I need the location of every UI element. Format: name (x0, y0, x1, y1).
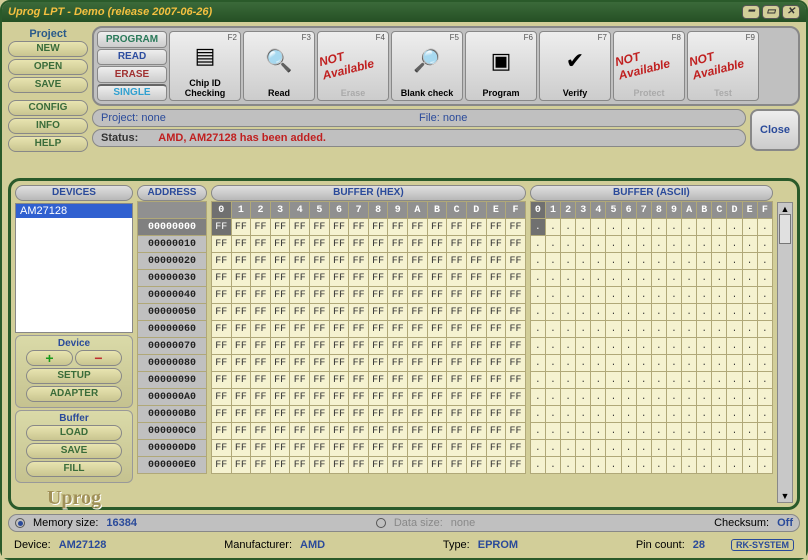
toolbar-blank-check-button[interactable]: F5🔎Blank check (391, 31, 463, 101)
adapter-button[interactable]: ADAPTER (26, 386, 122, 402)
fill-button[interactable]: FILL (26, 461, 122, 477)
scroll-down-icon[interactable]: ▼ (781, 491, 790, 501)
device-add-button[interactable]: + (26, 350, 73, 366)
address-table: 0000000000000010000000200000003000000040… (137, 201, 207, 474)
mode-read-button[interactable]: READ (97, 49, 167, 66)
data-size-radio[interactable] (376, 518, 386, 528)
devices-header: DEVICES (15, 185, 133, 201)
device-remove-button[interactable]: − (75, 350, 122, 366)
address-header: ADDRESS (137, 185, 207, 201)
toolbar-program-button[interactable]: F6▣Program (465, 31, 537, 101)
device-control-panel: Device + − SETUP ADAPTER (15, 335, 133, 408)
memory-size-radio[interactable] (15, 518, 25, 528)
device-list[interactable]: AM27128 (15, 203, 133, 333)
mode-single-button[interactable]: SINGLE (97, 84, 167, 102)
buffer-hex-header: BUFFER (HEX) (211, 185, 526, 201)
load-button[interactable]: LOAD (26, 425, 122, 441)
brand-badge: RK-SYSTEM (731, 539, 794, 551)
footer-device-line: Device: AM27128 Manufacturer: AMD Type: … (8, 536, 800, 554)
maximize-button[interactable]: ▭ (762, 5, 780, 19)
toolbar-read-button[interactable]: F3🔍Read (243, 31, 315, 101)
toolbar-chip-id-checking-button[interactable]: F2▤Chip ID Checking (169, 31, 241, 101)
buffer-control-panel: Buffer LOAD SAVE FILL (15, 410, 133, 483)
toolbar-protect-button: F8NOT AvailableProtect (613, 31, 685, 101)
window-title: Uprog LPT - Demo (release 2007-06-26) (8, 2, 212, 22)
toolbar: PROGRAM READ ERASE SINGLE F2▤Chip ID Che… (92, 26, 800, 106)
toolbar-verify-button[interactable]: F7✔Verify (539, 31, 611, 101)
save-project-button[interactable]: SAVE (8, 77, 88, 93)
scroll-thumb[interactable] (779, 214, 791, 244)
scrollbar[interactable]: ▲ ▼ (777, 202, 793, 503)
buffer-ascii-header: BUFFER (ASCII) (530, 185, 773, 201)
mode-erase-button[interactable]: ERASE (97, 66, 167, 83)
device-list-item[interactable]: AM27128 (16, 204, 132, 218)
toolbar-erase-button: F4NOT AvailableErase (317, 31, 389, 101)
save-buffer-button[interactable]: SAVE (26, 443, 122, 459)
config-button[interactable]: CONFIG (8, 100, 88, 116)
project-file-line: Project: none File: none (92, 109, 746, 127)
help-button[interactable]: HELP (8, 136, 88, 152)
title-bar: Uprog LPT - Demo (release 2007-06-26) ━ … (2, 2, 806, 22)
project-group-label: Project (8, 28, 88, 40)
new-button[interactable]: NEW (8, 41, 88, 57)
open-button[interactable]: OPEN (8, 59, 88, 75)
close-button[interactable]: Close (750, 109, 800, 151)
close-window-button[interactable]: ✕ (782, 5, 800, 19)
left-button-column: Project NEW OPEN SAVE CONFIG INFO HELP (8, 26, 88, 174)
footer-memory-line: Memory size: 16384 Data size: none Check… (8, 514, 800, 532)
scroll-up-icon[interactable]: ▲ (781, 204, 790, 214)
mode-program-button[interactable]: PROGRAM (97, 31, 167, 48)
setup-button[interactable]: SETUP (26, 368, 122, 384)
status-line: Status: AMD, AM27128 has been added. (92, 129, 746, 147)
hex-table[interactable]: 0123456789ABCDEFFFFFFFFFFFFFFFFFFFFFFFFF… (211, 201, 526, 474)
minimize-button[interactable]: ━ (742, 5, 760, 19)
logo: Uprog (15, 487, 133, 510)
ascii-table[interactable]: 0123456789ABCDEF........................… (530, 201, 773, 474)
toolbar-test-button: F9NOT AvailableTest (687, 31, 759, 101)
info-button[interactable]: INFO (8, 118, 88, 134)
